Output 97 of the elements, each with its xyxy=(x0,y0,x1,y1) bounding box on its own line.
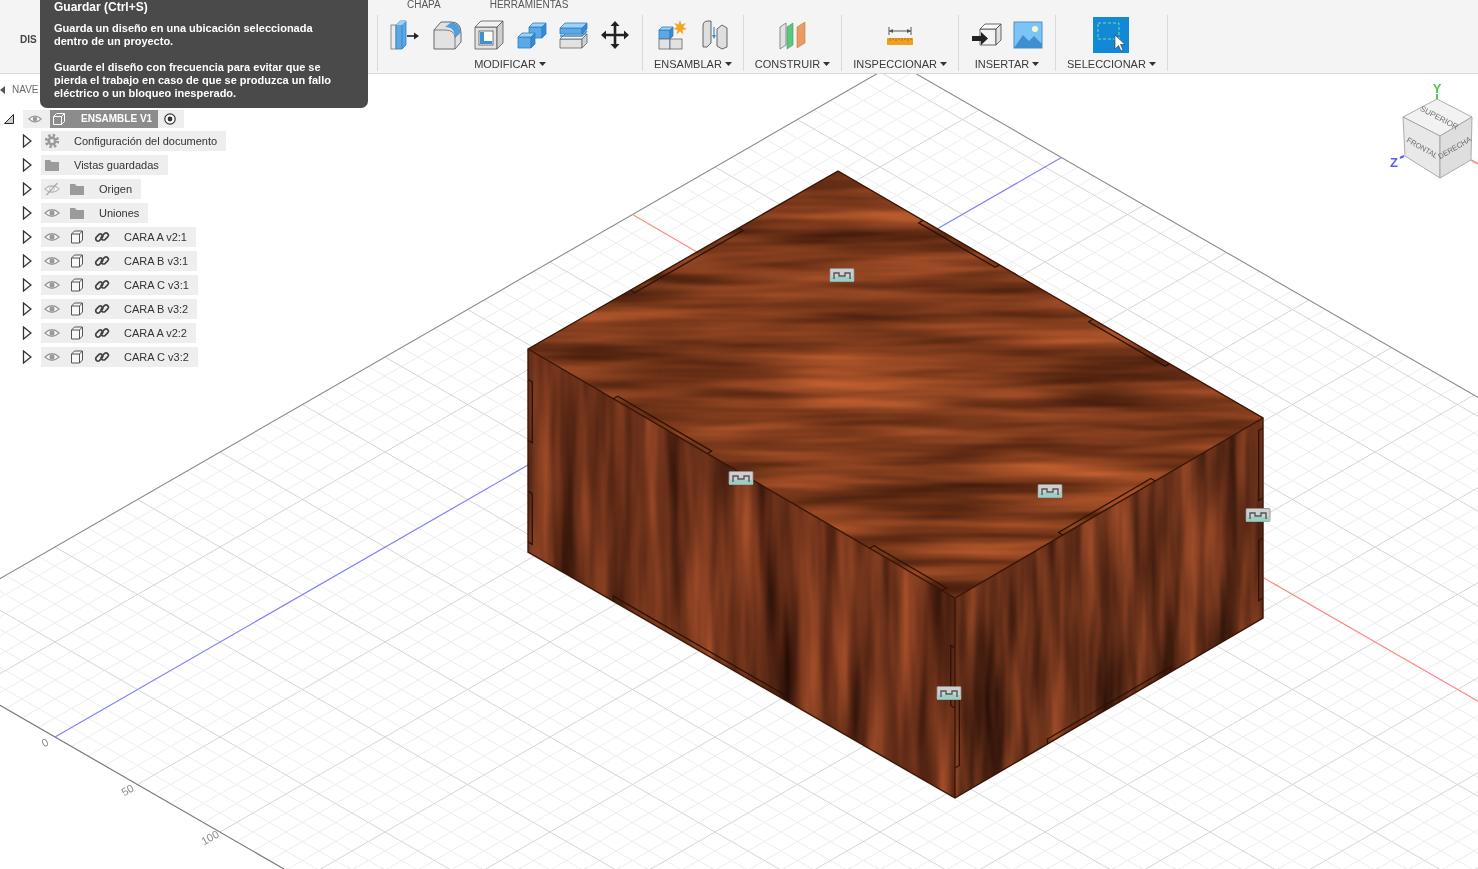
folder-icon xyxy=(44,157,60,173)
toolbar-tab[interactable]: HERRAMIENTAS xyxy=(489,0,569,9)
tooltip-text: Guarde el diseño con frecuencia para evitar que se pierda el trabajo en caso de que se produzca un fallo eléctrico o un bloqueo inesperado. xyxy=(54,61,332,100)
cube-outline-icon xyxy=(69,349,85,365)
expand-triangle-icon[interactable] xyxy=(22,350,32,364)
collapse-triangle-icon[interactable] xyxy=(4,114,14,124)
caret-icon xyxy=(940,62,947,66)
cube-outline-icon xyxy=(69,301,85,317)
tooltip-text: Guarda un diseño en una ubicación seleccionada dentro de un proyecto. xyxy=(54,22,314,48)
tree-item[interactable]: CARA C v3:1 xyxy=(41,275,198,295)
caret-icon xyxy=(823,62,831,66)
item-label: CARA A v2:1 xyxy=(124,230,187,244)
panel-title: NAVE xyxy=(12,84,39,96)
item-label: CARA C v3:2 xyxy=(124,350,189,364)
tree-item[interactable]: Configuración del documento xyxy=(41,131,227,151)
workspace-menu[interactable]: DIS xyxy=(20,34,37,45)
ruler-label: 0 xyxy=(39,735,51,750)
item-label: CARA B v3:1 xyxy=(124,254,189,268)
expand-triangle-icon[interactable] xyxy=(22,158,32,172)
toolbar-tab[interactable]: CHAPA xyxy=(407,0,441,9)
menu-button[interactable]: INSERTAR xyxy=(974,58,1040,70)
cube-outline-icon xyxy=(69,229,85,245)
tree-item[interactable]: CARA C v3:2 xyxy=(41,347,198,367)
folder-icon xyxy=(69,205,85,221)
move-icon xyxy=(599,19,631,51)
hollow-cube-icon xyxy=(473,19,505,51)
item-label: Vistas guardadas xyxy=(74,158,159,172)
axis-label: Y xyxy=(1432,81,1442,96)
gear-icon xyxy=(44,133,60,149)
menu-button[interactable]: INSPECCIONAR xyxy=(853,58,947,70)
caret-icon xyxy=(538,62,546,66)
axis-stub-line xyxy=(1470,159,1478,165)
collapse-icon[interactable] xyxy=(0,86,5,94)
tool-button[interactable] xyxy=(389,19,421,51)
tree-item[interactable]: CARA A v2:2 xyxy=(41,323,196,343)
menu-button[interactable]: MODIFICAR xyxy=(474,58,546,70)
view-cube[interactable] xyxy=(1402,98,1473,179)
panels-icon xyxy=(776,19,809,51)
axis-line xyxy=(631,213,698,253)
link-icon xyxy=(94,277,110,293)
expand-triangle-icon[interactable] xyxy=(22,302,32,316)
tree-item[interactable]: Vistas guardadas xyxy=(41,155,168,175)
link-icon xyxy=(94,253,110,269)
tool-button[interactable] xyxy=(599,19,631,51)
link-icon xyxy=(94,349,110,365)
tooltip-title: Guardar (Ctrl+S) xyxy=(54,1,149,14)
joint-icon[interactable] xyxy=(829,268,855,282)
tree-item[interactable]: CARA B v3:2 xyxy=(41,299,198,319)
expand-triangle-icon[interactable] xyxy=(22,254,32,268)
component-icon xyxy=(52,112,66,126)
slab-arrow-icon xyxy=(389,19,421,51)
caret-icon xyxy=(1032,62,1040,66)
menu-button[interactable]: ENSAMBLAR xyxy=(654,58,732,70)
axis-stub-line xyxy=(1399,155,1405,159)
link-icon xyxy=(94,301,110,317)
joint-icon[interactable] xyxy=(1037,484,1063,498)
expand-triangle-icon[interactable] xyxy=(22,206,32,220)
item-label: Origen xyxy=(99,182,133,196)
menu-button[interactable]: CONSTRUIR xyxy=(754,58,831,70)
link-icon xyxy=(94,325,110,341)
expand-triangle-icon[interactable] xyxy=(22,278,32,292)
ruler-label: 100 xyxy=(199,827,221,848)
ruler-label: 50 xyxy=(119,781,136,799)
tree-item[interactable]: CARA A v2:1 xyxy=(41,227,196,247)
folder-icon xyxy=(69,181,85,197)
cubes-star-icon xyxy=(655,19,688,51)
item-label: Configuración del documento xyxy=(74,134,218,148)
caret-icon xyxy=(1148,62,1156,66)
expand-triangle-icon[interactable] xyxy=(22,230,32,244)
menu-button[interactable]: SELECCIONAR xyxy=(1067,58,1156,70)
item-label: CARA B v3:2 xyxy=(124,302,189,316)
layered-slab-icon xyxy=(557,19,589,51)
joint-icon[interactable] xyxy=(728,471,754,485)
cube-outline-icon xyxy=(69,325,85,341)
joint-icon[interactable] xyxy=(936,686,962,700)
selection-cursor-icon xyxy=(1093,17,1130,53)
caret-icon xyxy=(724,62,732,66)
radio-icon[interactable] xyxy=(164,113,177,125)
two-cubes-icon xyxy=(515,19,547,51)
root-label: ENSAMBLE V1 xyxy=(81,113,153,125)
cube-outline-icon xyxy=(69,277,85,293)
tree-item[interactable]: Uniones xyxy=(41,203,149,223)
expand-triangle-icon[interactable] xyxy=(22,182,32,196)
item-label: CARA A v2:2 xyxy=(124,326,187,340)
rounded-block-icon xyxy=(431,19,463,51)
expand-triangle-icon[interactable] xyxy=(22,134,32,148)
tree-item[interactable]: CARA B v3:1 xyxy=(41,251,198,271)
tree-item[interactable]: Origen xyxy=(41,179,142,199)
cube-outline-icon xyxy=(69,253,85,269)
item-label: Uniones xyxy=(99,206,140,220)
axis-stub-line xyxy=(1436,93,1438,100)
image-icon xyxy=(1012,19,1044,51)
item-label: CARA C v3:1 xyxy=(124,278,189,292)
expand-triangle-icon[interactable] xyxy=(22,326,32,340)
axis-label: Z xyxy=(1390,155,1398,170)
link-icon xyxy=(94,229,110,245)
joint-icon[interactable] xyxy=(1245,508,1271,522)
